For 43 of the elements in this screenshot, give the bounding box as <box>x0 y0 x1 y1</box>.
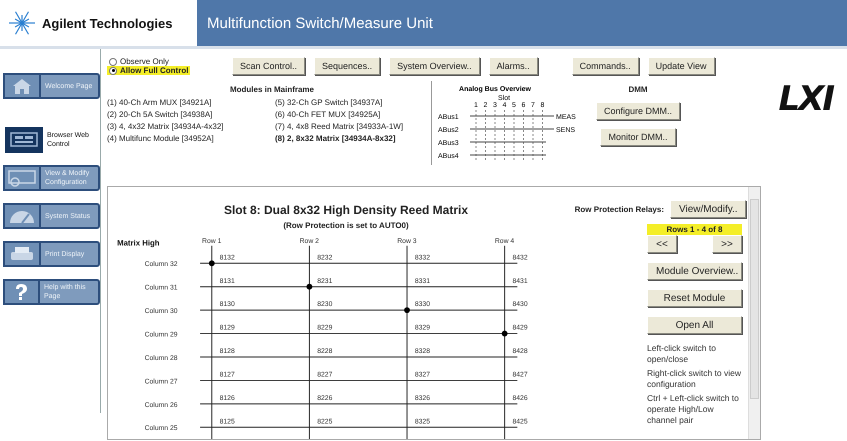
closed-switch[interactable] <box>306 284 312 290</box>
toolbar-button[interactable]: Scan Control.. <box>232 57 306 75</box>
module-action-button[interactable]: Reset Module <box>647 289 742 307</box>
module-item[interactable]: (8) 2, 8x32 Matrix [34934A-8x32] <box>275 134 396 143</box>
module-action-button[interactable]: Open All <box>647 316 742 334</box>
module-item[interactable]: (1) 40-Ch Arm MUX [34921A] <box>107 98 212 107</box>
toolbar-button[interactable]: Commands.. <box>572 57 639 75</box>
help-text: Left-click switch to open/close <box>647 343 717 365</box>
toolbar-button[interactable]: Alarms.. <box>488 57 538 75</box>
toolbar-button[interactable]: Update View <box>648 57 715 75</box>
closed-switch[interactable] <box>404 307 410 314</box>
radio-option[interactable]: Allow Full Control <box>107 66 190 75</box>
window-title: Multifunction Switch/Measure Unit <box>207 14 433 32</box>
module-item[interactable]: (2) 20-Ch 5A Switch [34938A] <box>107 110 212 119</box>
toolbar-button[interactable]: Sequences.. <box>314 57 380 75</box>
starburst-icon <box>8 9 36 37</box>
closed-switch[interactable] <box>502 330 508 336</box>
module-item[interactable]: (6) 40-Ch FET MUX [34925A] <box>275 110 380 119</box>
view-modify-button[interactable]: View/Modify.. <box>670 200 746 218</box>
toolbar-button[interactable]: System Overview.. <box>389 57 480 75</box>
dmm-button[interactable]: Configure DMM.. <box>596 102 680 120</box>
relays-label: Row Protection Relays: <box>574 204 664 214</box>
company-name: Agilent Technologies <box>42 16 172 30</box>
section-heading: DMM <box>628 85 648 94</box>
help-text: Ctrl + Left-click switch to operate High/Low channel pair <box>647 393 740 426</box>
module-action-button[interactable]: Module Overview.. <box>647 262 742 280</box>
module-item[interactable]: (7) 4, 4x8 Reed Matrix [34933A-1W] <box>275 122 404 131</box>
scrollbar[interactable] <box>748 187 760 439</box>
module-item[interactable]: (4) Multifunc Module [34952A] <box>107 134 214 143</box>
closed-switch[interactable] <box>208 260 215 266</box>
rows-range: Rows 1 - 4 of 8 <box>647 224 742 235</box>
module-item[interactable]: (3) 4, 4x32 Matrix [34934A-4x32] <box>107 122 224 131</box>
section-heading: Modules in Mainframe <box>228 85 315 94</box>
help-text: Right-click switch to view configuration <box>647 368 742 390</box>
next-button[interactable]: >> <box>712 235 742 253</box>
previous-button[interactable]: << <box>647 235 677 253</box>
module-item[interactable]: (5) 32-Ch GP Switch [34937A] <box>275 98 382 107</box>
matrix-title: Matrix High <box>117 238 160 248</box>
dmm-button[interactable]: Monitor DMM.. <box>600 128 676 146</box>
lxi-logo: LXI <box>778 79 833 119</box>
help-icon <box>15 283 28 301</box>
panel-subtitle: (Row Protection is set to AUTO0) <box>283 221 409 230</box>
panel-title: Slot 8: Dual 8x32 High Density Reed Matrix <box>224 203 468 217</box>
